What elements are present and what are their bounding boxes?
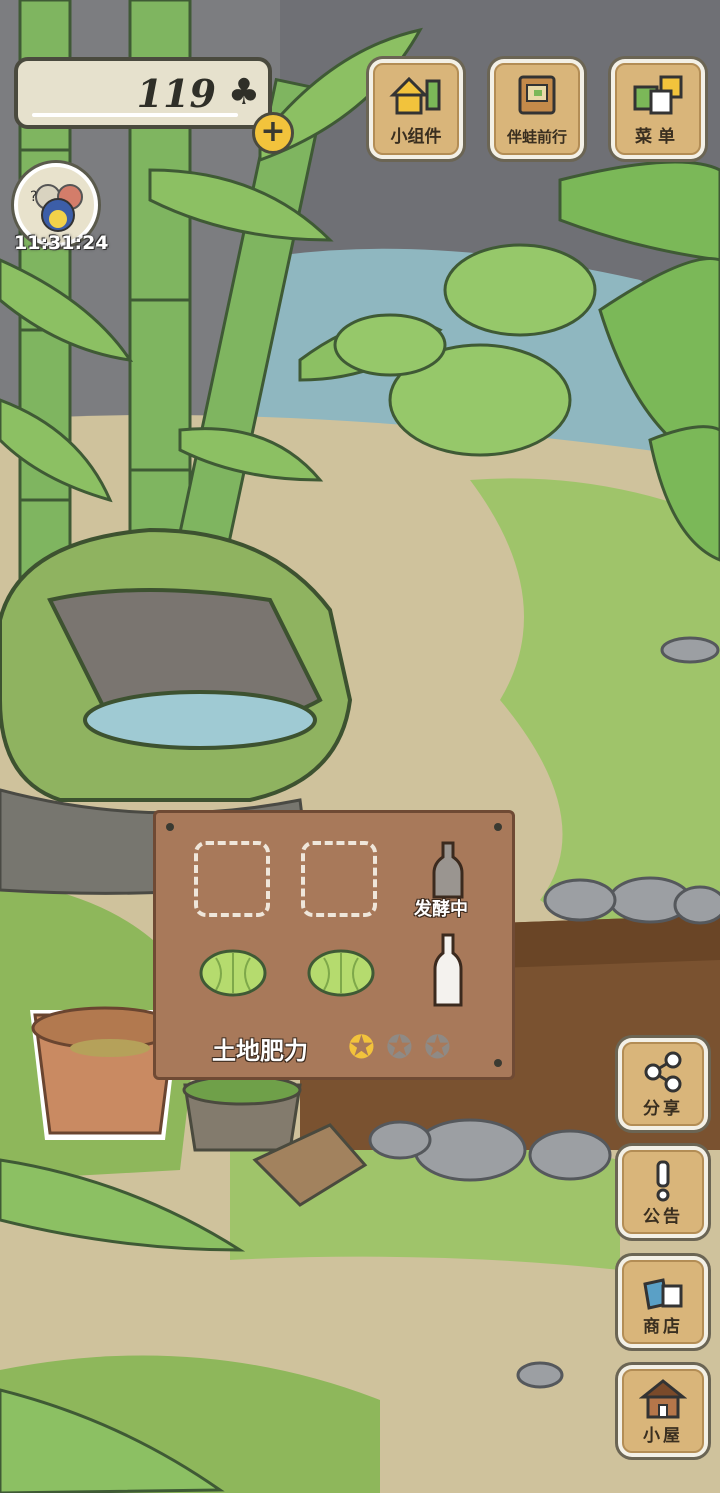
fertility-star-empty: ✪: [386, 1028, 413, 1066]
shop-bags-icon: [643, 1278, 683, 1310]
share-label: 分享: [643, 1099, 683, 1119]
share-icon: [644, 1051, 682, 1093]
counter-underline: [32, 113, 238, 117]
menu-label: 菜单: [635, 127, 681, 147]
svg-text:?: ?: [30, 189, 37, 205]
empty-plot-slot[interactable]: [194, 841, 270, 917]
exclamation-icon: [656, 1160, 670, 1202]
cabbage-icon[interactable]: [198, 948, 268, 998]
travel-with-frog-label: 伴蛙前行: [506, 128, 567, 146]
book-icon: [518, 75, 556, 115]
clover-counter: 119 ♣: [14, 57, 272, 129]
garden-background: [0, 0, 720, 1493]
time-label: 11:31:24: [14, 232, 109, 254]
cabbage-icon[interactable]: [306, 948, 376, 998]
fermenting-bottle-icon[interactable]: [428, 841, 468, 901]
clover-amount: 119: [136, 71, 216, 116]
house-button[interactable]: 小屋: [618, 1365, 708, 1457]
soil-fertility-label: 土地肥力: [212, 1037, 308, 1065]
share-button[interactable]: 分享: [618, 1038, 708, 1130]
board-pin: [494, 823, 502, 831]
add-clover-button[interactable]: +: [252, 112, 294, 154]
board-pin: [166, 823, 174, 831]
fermenting-status-label: 发酵中: [414, 899, 468, 920]
board-pin: [494, 1059, 502, 1067]
widget-icon: [389, 76, 441, 115]
menu-cards-icon: [633, 75, 683, 115]
fertility-star-filled: ✪: [348, 1028, 375, 1066]
house-icon: [639, 1379, 687, 1419]
notice-button[interactable]: 公告: [618, 1146, 708, 1238]
house-label: 小屋: [643, 1426, 683, 1446]
widgets-label: 小组件: [390, 127, 442, 147]
travel-with-frog-button[interactable]: 伴蛙前行: [490, 59, 584, 159]
clover-icon: ♣: [227, 72, 260, 113]
shop-label: 商店: [643, 1317, 683, 1337]
empty-plot-slot[interactable]: [301, 841, 377, 917]
menu-button[interactable]: 菜单: [611, 59, 705, 159]
empty-bottle-icon[interactable]: [431, 933, 465, 1009]
notice-label: 公告: [643, 1207, 683, 1227]
shop-button[interactable]: 商店: [618, 1256, 708, 1348]
garden-board: 发酵中 土地肥力 ✪ ✪ ✪: [153, 810, 515, 1080]
widgets-button[interactable]: 小组件: [369, 59, 463, 159]
fertility-star-empty: ✪: [424, 1028, 451, 1066]
